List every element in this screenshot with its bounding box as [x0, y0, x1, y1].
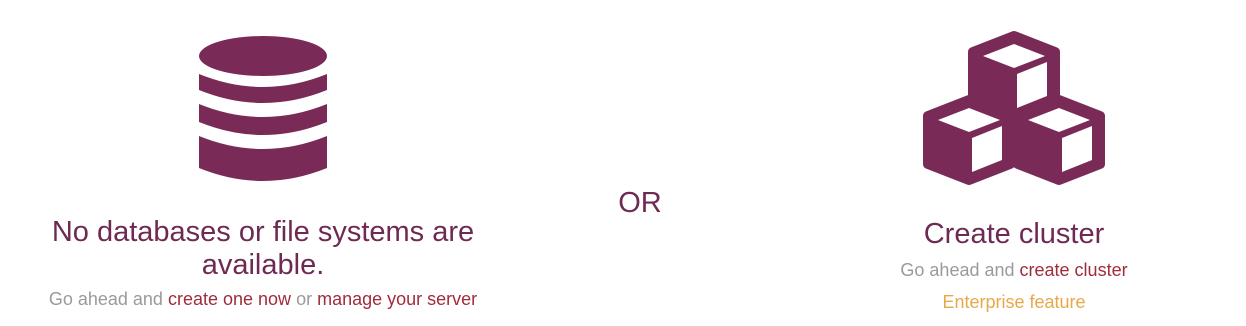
create-cluster-panel: Create cluster Go ahead and create clust… [820, 30, 1208, 313]
no-databases-title: No databases or file systems are availab… [51, 216, 475, 281]
subline-or: or [296, 289, 313, 309]
subline-prefix: Go ahead and [48, 289, 163, 309]
cubes-icon [923, 31, 1105, 185]
or-separator: OR [618, 187, 662, 219]
database-icon [199, 36, 327, 181]
create-cluster-title: Create cluster [923, 218, 1105, 250]
manage-server-link[interactable]: manage your server [317, 289, 477, 309]
no-databases-subline: Go ahead and create one now or manage yo… [10, 288, 516, 310]
empty-state: No databases or file systems are availab… [0, 0, 1246, 326]
no-databases-panel: No databases or file systems are availab… [10, 30, 516, 310]
subline-prefix: Go ahead and [900, 260, 1015, 280]
create-database-link[interactable]: create one now [168, 289, 291, 309]
create-cluster-subline: Go ahead and create cluster [820, 259, 1208, 281]
enterprise-feature-label: Enterprise feature [942, 292, 1086, 312]
create-cluster-link[interactable]: create cluster [1020, 260, 1128, 280]
